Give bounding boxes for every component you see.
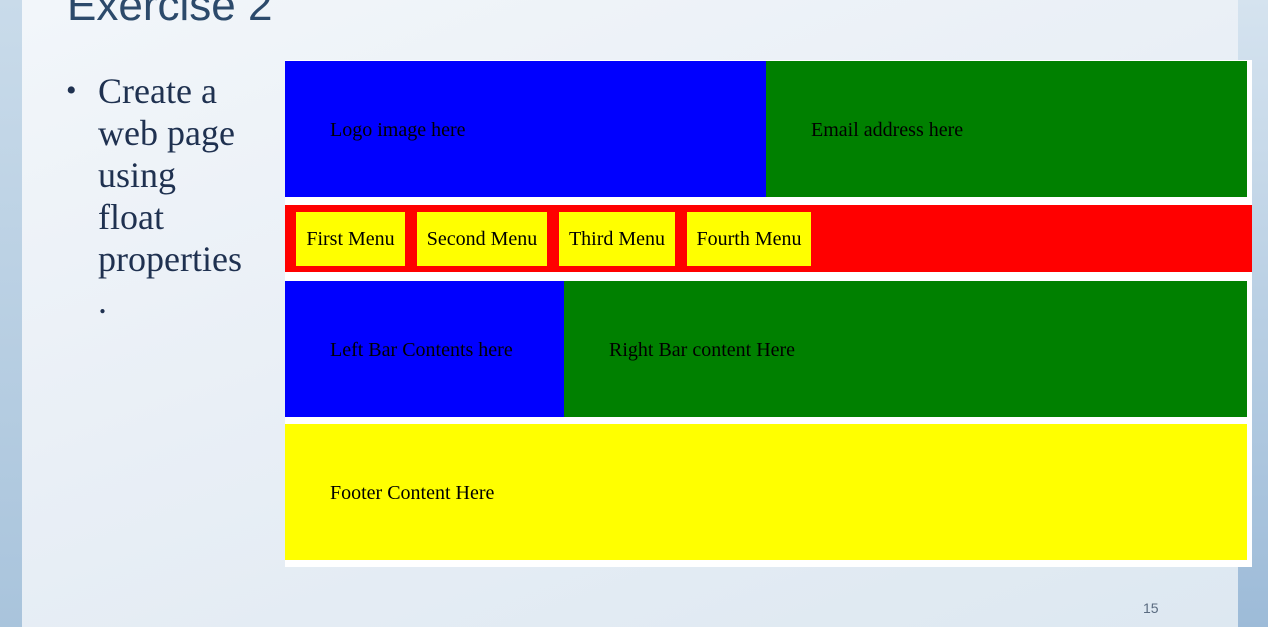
- bullet-line: using: [98, 155, 177, 195]
- left-bar: Left Bar Contents here: [285, 281, 564, 417]
- menu-item-second[interactable]: Second Menu: [417, 212, 547, 266]
- slide-border-left: [0, 0, 22, 627]
- left-bar-text: Left Bar Contents here: [330, 339, 513, 361]
- right-bar-text: Right Bar content Here: [609, 339, 796, 361]
- bullet-text: Create a web page using float properties…: [98, 70, 268, 322]
- menu-item-third[interactable]: Third Menu: [559, 212, 675, 266]
- bullet-line: properties: [98, 239, 242, 279]
- bullet-line: Create a: [98, 71, 217, 111]
- footer: Footer Content Here: [285, 424, 1247, 560]
- bullet-line: web page: [98, 113, 235, 153]
- header-logo-area: Logo image here: [285, 61, 766, 197]
- footer-text: Footer Content Here: [330, 482, 495, 504]
- header-email-area: Email address here: [766, 61, 1247, 197]
- logo-placeholder-text: Logo image here: [330, 119, 466, 141]
- bullet-line: .: [98, 281, 107, 321]
- bullet-marker: •: [66, 74, 77, 107]
- menu-bar: First Menu Second Menu Third Menu Fourth…: [285, 205, 1252, 272]
- bullet-line: float: [98, 197, 164, 237]
- menu-item-fourth[interactable]: Fourth Menu: [687, 212, 811, 266]
- webpage-screenshot: Logo image here Email address here First…: [285, 60, 1252, 567]
- menu-item-first[interactable]: First Menu: [296, 212, 405, 266]
- email-placeholder-text: Email address here: [811, 119, 964, 141]
- slide-title: Exercise 2: [67, 0, 273, 30]
- page-number: 15: [1143, 600, 1159, 616]
- right-bar: Right Bar content Here: [564, 281, 1247, 417]
